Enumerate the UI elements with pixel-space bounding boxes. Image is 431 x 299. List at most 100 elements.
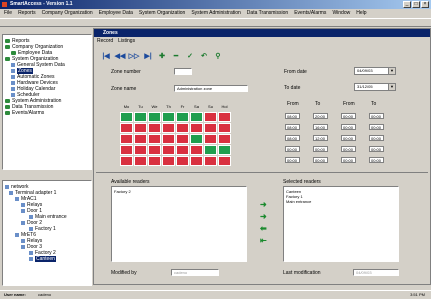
zone-name-field[interactable]: Administration zone [174, 85, 248, 92]
menu-file[interactable]: File [4, 9, 12, 18]
schedule-cell[interactable] [204, 134, 217, 144]
add-all-readers-icon[interactable]: ➜ [260, 213, 267, 221]
previous-page-icon[interactable]: ◀◀ [113, 52, 127, 60]
first-record-icon[interactable]: |◀ [99, 52, 113, 60]
schedule-cell[interactable] [204, 123, 217, 133]
schedule-cell[interactable] [162, 145, 175, 155]
time-field[interactable]: 00:00 [313, 157, 328, 163]
maximize-button[interactable]: □ [412, 1, 420, 8]
schedule-cell[interactable] [120, 134, 133, 144]
schedule-cell[interactable] [134, 123, 147, 133]
schedule-cell[interactable] [190, 156, 203, 166]
schedule-cell[interactable] [162, 123, 175, 133]
last-record-icon[interactable]: ▶| [141, 52, 155, 60]
time-field[interactable]: 00:00 [369, 135, 384, 141]
time-field[interactable]: 08:00 [285, 124, 300, 130]
schedule-cell[interactable] [176, 156, 189, 166]
tree-item-events-alarms[interactable]: Events/Alarms [5, 110, 44, 116]
zone-number-field[interactable] [174, 68, 192, 75]
remove-reader-icon[interactable]: ⬅ [260, 225, 267, 233]
schedule-cell[interactable] [190, 112, 203, 122]
menu-company-organization[interactable]: Company Organization [42, 9, 93, 18]
time-field[interactable]: 00:00 [341, 113, 356, 119]
schedule-cell[interactable] [218, 123, 231, 133]
close-button[interactable]: × [421, 1, 429, 8]
time-field[interactable]: 00:00 [369, 146, 384, 152]
schedule-cell[interactable] [218, 145, 231, 155]
schedule-cell[interactable] [176, 134, 189, 144]
list-item[interactable]: Main entrance [286, 199, 396, 204]
to-date-combo[interactable]: 31/12/05 ▼ [354, 83, 396, 91]
menu-help[interactable]: Help [356, 9, 366, 18]
add-reader-icon[interactable]: ➜ [260, 201, 267, 209]
time-field[interactable]: 16:00 [313, 124, 328, 130]
chevron-down-icon[interactable]: ▼ [388, 84, 395, 90]
time-field[interactable]: 00:00 [341, 157, 356, 163]
undo-icon[interactable]: ↶ [197, 52, 211, 60]
schedule-cell[interactable] [162, 156, 175, 166]
schedule-cell[interactable] [120, 156, 133, 166]
schedule-cell[interactable] [190, 145, 203, 155]
next-page-icon[interactable]: ▷▷ [127, 52, 141, 60]
menu-record[interactable]: Record [97, 38, 113, 45]
schedule-cell[interactable] [120, 112, 133, 122]
menu-data-transmission[interactable]: Data Transmission [247, 9, 288, 18]
menu-listings[interactable]: Listings [118, 38, 135, 45]
schedule-cell[interactable] [204, 145, 217, 155]
menu-window[interactable]: Window [332, 9, 350, 18]
time-field[interactable]: 08:00 [285, 113, 300, 119]
schedule-cell[interactable] [218, 112, 231, 122]
remove-all-readers-icon[interactable]: ⇤ [260, 237, 267, 245]
schedule-cell[interactable] [120, 145, 133, 155]
schedule-cell[interactable] [134, 156, 147, 166]
menu-reports[interactable]: Reports [18, 9, 36, 18]
search-icon[interactable]: ⚲ [211, 52, 225, 60]
menu-system-administration[interactable]: System Administration [191, 9, 240, 18]
schedule-cell[interactable] [134, 112, 147, 122]
available-readers-list[interactable]: Factory 2 [111, 186, 247, 262]
menu-system-organization[interactable]: System Organization [139, 9, 185, 18]
schedule-cell[interactable] [190, 134, 203, 144]
list-item[interactable]: Factory 2 [114, 189, 244, 194]
schedule-cell[interactable] [148, 134, 161, 144]
schedule-cell[interactable] [204, 156, 217, 166]
selected-readers-list[interactable]: Canteen Factory 1 Main entrance [283, 186, 399, 262]
tree-item-canteen[interactable]: Canteen [29, 256, 56, 262]
schedule-cell[interactable] [148, 145, 161, 155]
from-date-combo[interactable]: 04/09/03 ▼ [354, 67, 396, 75]
schedule-cell[interactable] [218, 156, 231, 166]
time-field[interactable]: 00:00 [285, 157, 300, 163]
schedule-cell[interactable] [204, 112, 217, 122]
time-field[interactable]: 00:00 [285, 146, 300, 152]
time-field[interactable]: 00:00 [369, 113, 384, 119]
time-field[interactable]: 00:00 [369, 124, 384, 130]
time-field[interactable]: 08:00 [285, 135, 300, 141]
delete-record-icon[interactable]: ━ [169, 52, 183, 60]
schedule-cell[interactable] [176, 123, 189, 133]
menu-employee-data[interactable]: Employee Data [99, 9, 133, 18]
menu-events-alarms[interactable]: Events/Alarms [294, 9, 326, 18]
chevron-down-icon[interactable]: ▼ [388, 68, 395, 74]
schedule-cell[interactable] [162, 112, 175, 122]
schedule-cell[interactable] [120, 123, 133, 133]
schedule-cell[interactable] [134, 145, 147, 155]
time-field[interactable]: 00:00 [313, 146, 328, 152]
time-field[interactable]: 00:00 [341, 146, 356, 152]
schedule-cell[interactable] [148, 156, 161, 166]
save-record-icon[interactable]: ✓ [183, 52, 197, 60]
schedule-cell[interactable] [176, 145, 189, 155]
schedule-cell[interactable] [134, 134, 147, 144]
schedule-cell[interactable] [176, 112, 189, 122]
new-record-icon[interactable]: ✚ [155, 52, 169, 60]
time-field[interactable]: 00:00 [369, 157, 384, 163]
time-field[interactable]: 00:00 [341, 135, 356, 141]
minimize-button[interactable]: _ [403, 1, 411, 8]
schedule-cell[interactable] [148, 123, 161, 133]
time-field[interactable]: 12:00 [313, 135, 328, 141]
schedule-cell[interactable] [162, 134, 175, 144]
schedule-cell[interactable] [218, 134, 231, 144]
schedule-cell[interactable] [148, 112, 161, 122]
schedule-cell[interactable] [190, 123, 203, 133]
time-field[interactable]: 20:00 [313, 113, 328, 119]
time-field[interactable]: 00:00 [341, 124, 356, 130]
